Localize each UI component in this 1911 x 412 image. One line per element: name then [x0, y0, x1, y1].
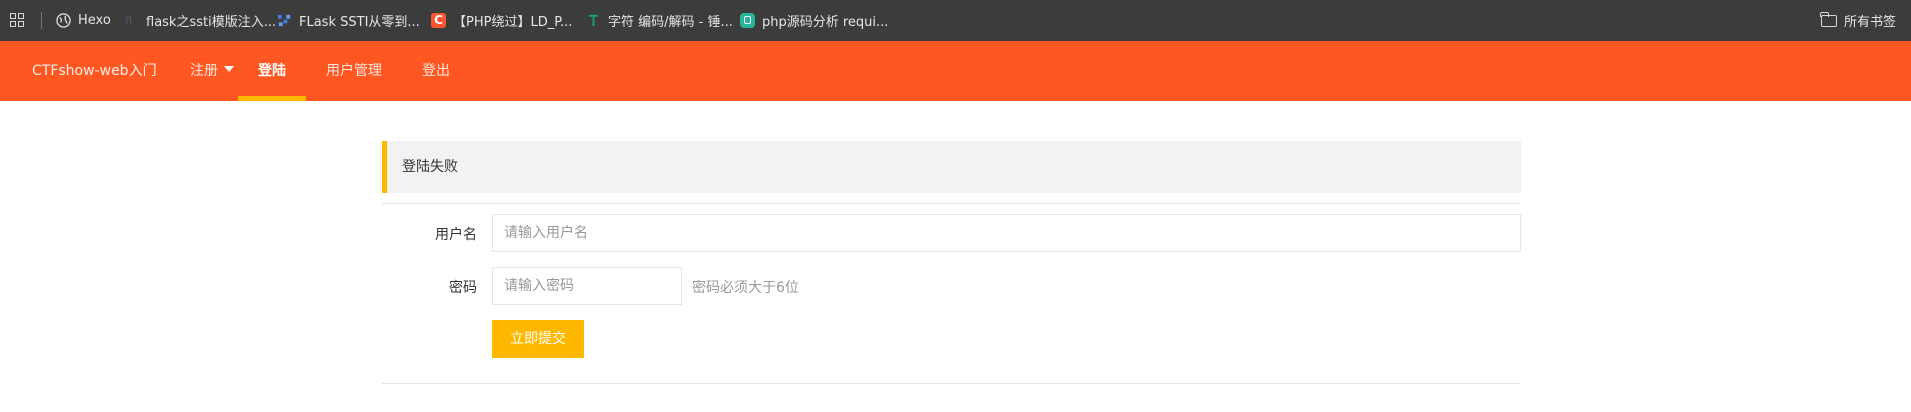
bookmark-label: flask之ssti模版注入...	[146, 15, 277, 30]
bookmarks-divider	[41, 12, 42, 29]
password-input[interactable]: 请输入密码	[492, 267, 682, 305]
tool-icon	[588, 14, 599, 27]
nav-item-logout[interactable]: 登出	[422, 41, 450, 101]
bookmark-label: Hexo	[78, 13, 111, 28]
submit-button[interactable]: 立即提交	[492, 320, 584, 358]
apps-grid-icon[interactable]	[10, 13, 25, 28]
globe-icon	[56, 13, 71, 28]
all-bookmarks-button[interactable]: 所有书签	[1820, 0, 1896, 41]
blog-icon	[740, 13, 755, 28]
bookmark-flask-ssti[interactable]: fl flask之ssti模版注入...	[124, 0, 276, 41]
nav-item-user-management[interactable]: 用户管理	[326, 41, 382, 101]
bookmark-label: FLask SSTI从零到...	[299, 15, 420, 30]
alert-message: 登陆失败	[402, 159, 458, 175]
bookmark-label: 字符 编码/解码 - 锤...	[608, 15, 733, 30]
nav-item-label: 注册	[190, 63, 218, 79]
folder-icon	[1820, 11, 1837, 27]
bookmark-char-encode[interactable]: 字符 编码/解码 - 锤...	[586, 0, 733, 41]
all-bookmarks-label: 所有书签	[1843, 15, 1896, 30]
bookmark-label: php源码分析 requi...	[762, 15, 889, 30]
flask-site-icon: fl	[125, 15, 132, 28]
caret-down-icon	[224, 66, 234, 72]
username-input[interactable]: 请输入用户名	[492, 214, 1521, 252]
bookmarks-bar: Hexo fl flask之ssti模版注入... FLask SSTI从零到.…	[0, 0, 1911, 41]
form-top-divider	[382, 203, 1521, 204]
password-label: 密码	[449, 280, 477, 296]
bookmark-hexo[interactable]: Hexo	[56, 0, 111, 41]
username-label: 用户名	[435, 227, 477, 243]
bookmark-flask-ssti-zero[interactable]: FLask SSTI从零到...	[277, 0, 420, 41]
nav-active-indicator	[238, 96, 306, 101]
nav-item-register[interactable]: 注册	[190, 41, 234, 101]
csdn-blog-icon	[277, 14, 291, 27]
top-navbar: CTFshow-web入门 注册 登陆 用户管理 登出	[0, 41, 1911, 101]
bookmark-php-source[interactable]: php源码分析 requi...	[740, 0, 888, 41]
bookmark-php-bypass[interactable]: C 【PHP绕过】LD_P...	[431, 0, 572, 41]
form-bottom-divider	[382, 383, 1521, 384]
bookmark-label: 【PHP绕过】LD_P...	[453, 15, 573, 30]
svg-text:fl: fl	[125, 15, 132, 28]
password-hint: 密码必须大于6位	[692, 280, 799, 296]
nav-item-login[interactable]: 登陆	[258, 41, 286, 101]
csdn-c-icon: C	[431, 13, 446, 28]
site-brand[interactable]: CTFshow-web入门	[32, 41, 157, 101]
login-failed-alert: 登陆失败	[382, 141, 1521, 193]
